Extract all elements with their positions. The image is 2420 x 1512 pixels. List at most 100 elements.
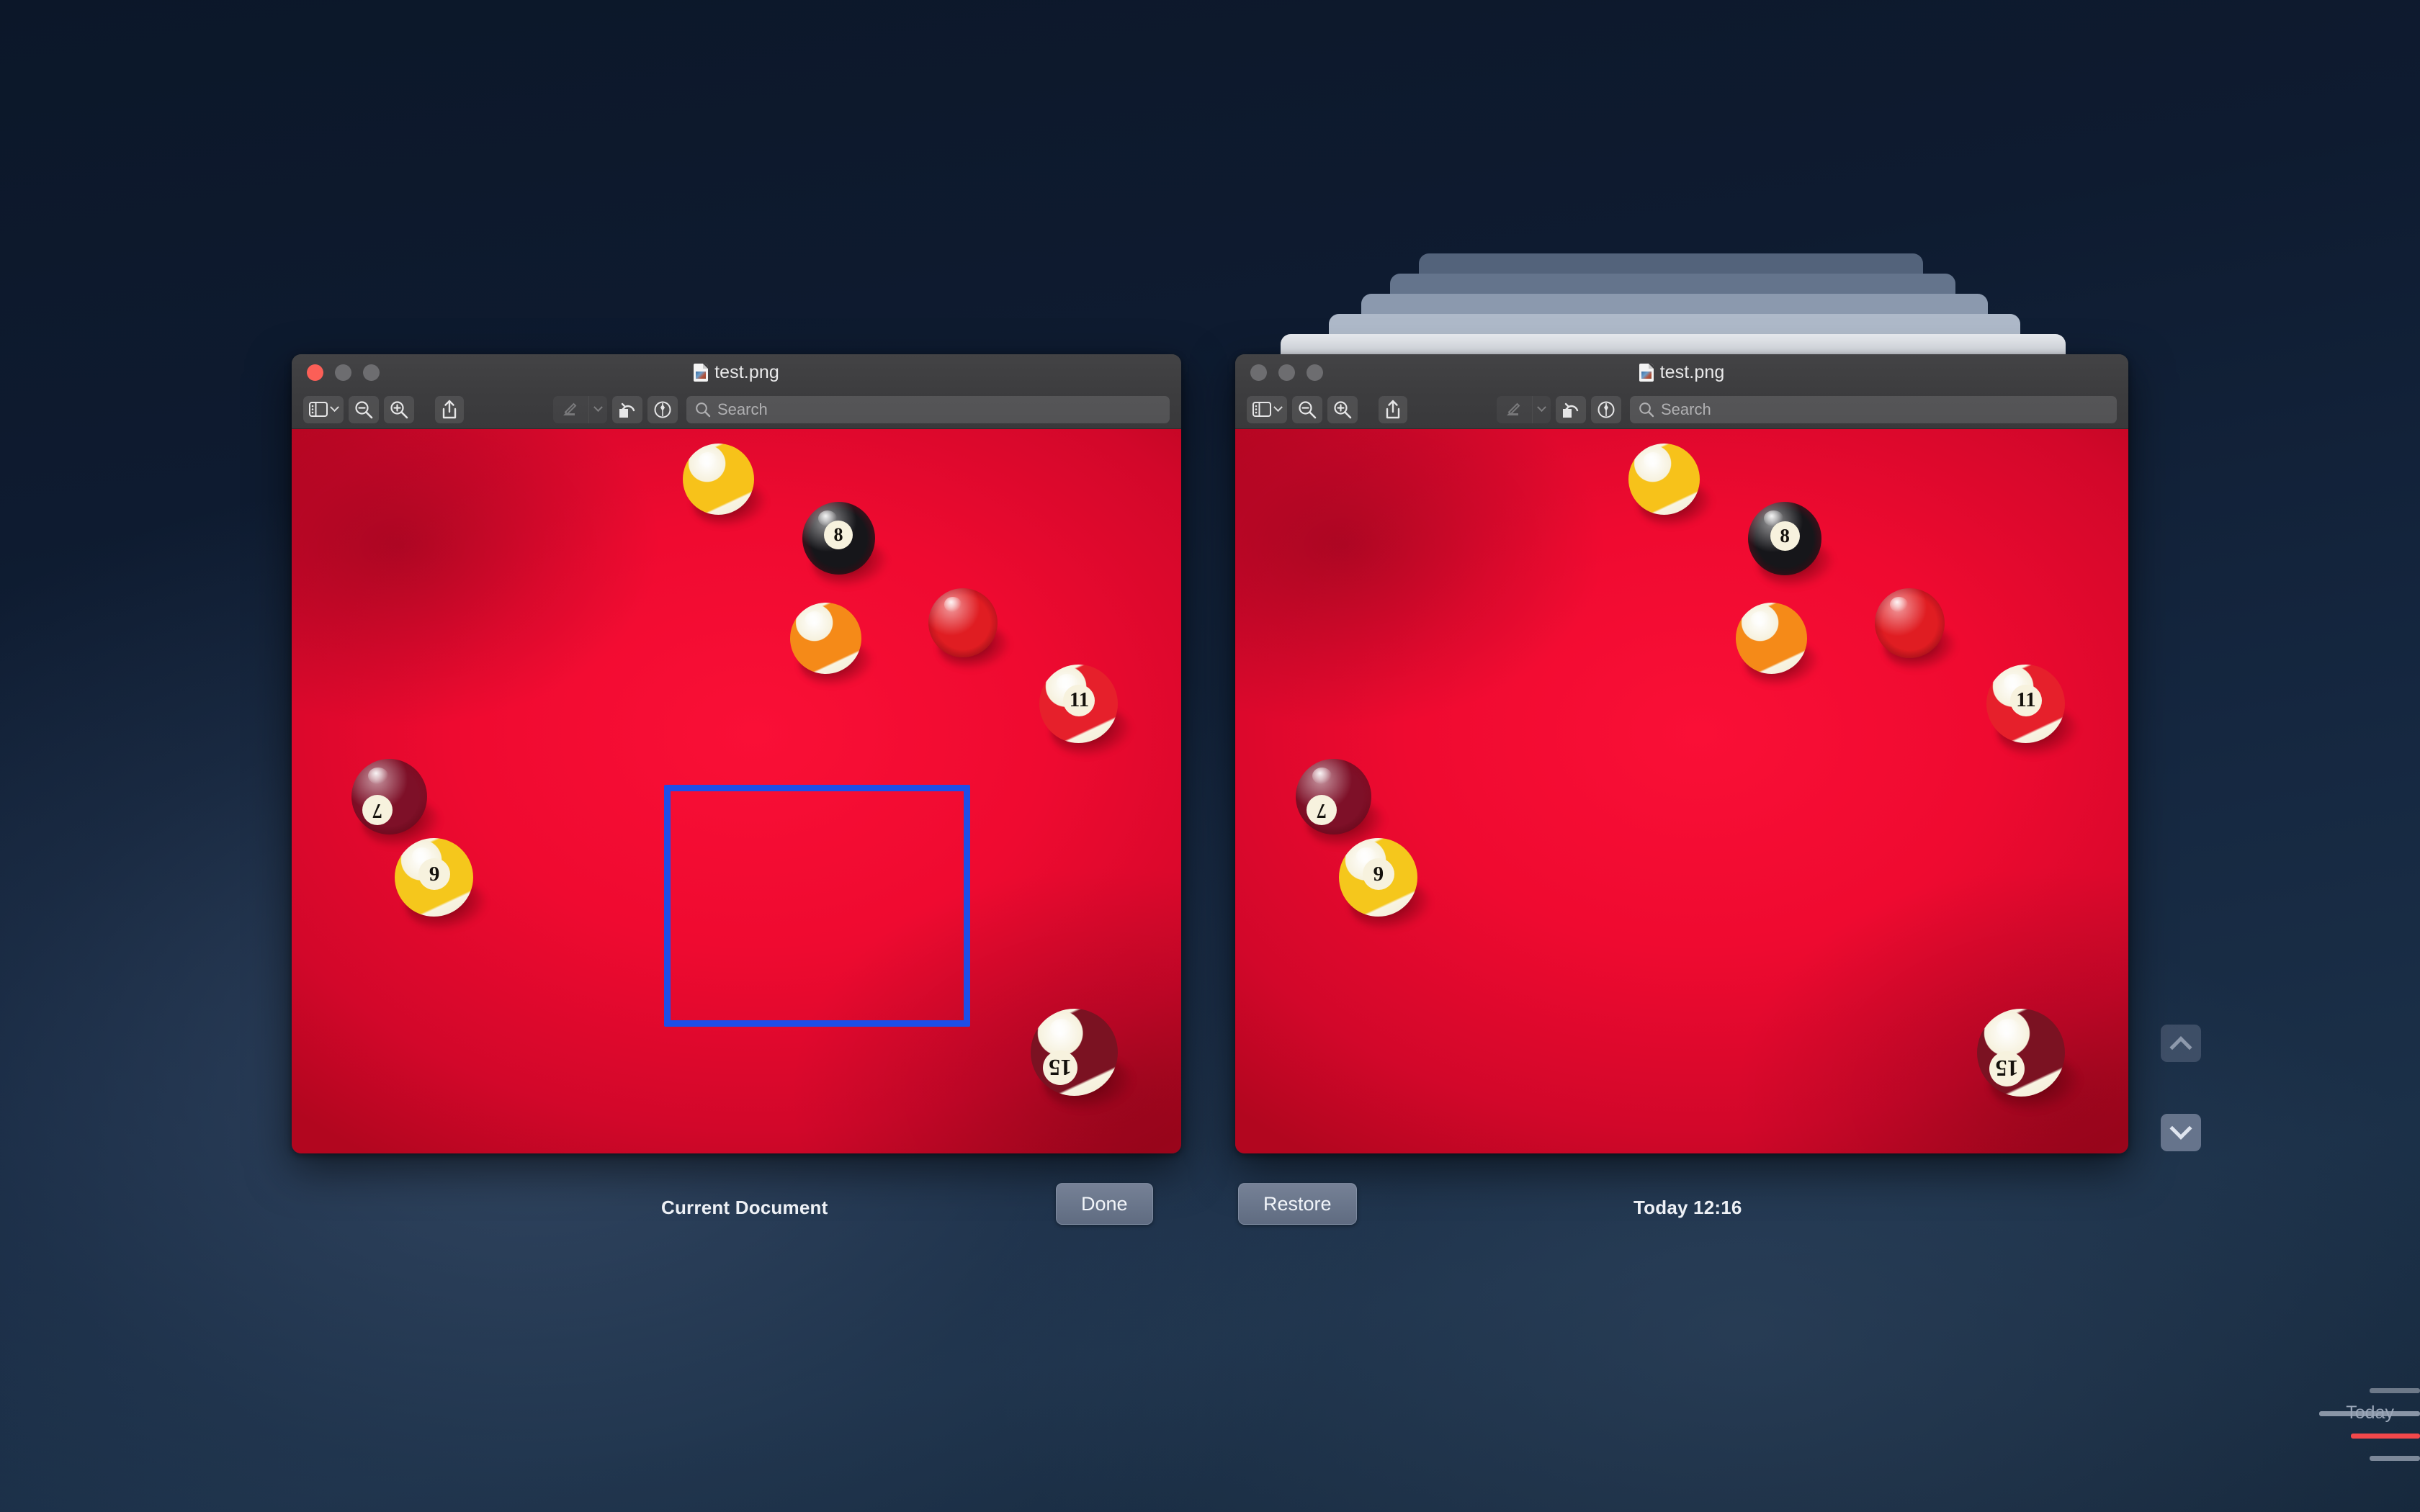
share-icon (442, 400, 457, 418)
share-button[interactable] (1379, 395, 1407, 423)
sidebar-icon (309, 402, 328, 417)
ball-body (1295, 758, 1371, 834)
ball-body (1735, 603, 1807, 675)
share-button[interactable] (435, 395, 464, 423)
ball-body (1977, 1008, 2066, 1097)
zoom-out-button[interactable] (349, 395, 379, 423)
chevron-down-icon (593, 402, 603, 413)
rotate-left-button[interactable] (1556, 395, 1586, 423)
rotate-left-button[interactable] (612, 395, 642, 423)
backup-toolbar-left-group (1247, 395, 1407, 423)
billiard-ball-9: 9 (395, 838, 488, 931)
current-toolbar-right-group (553, 395, 678, 423)
current-image-canvas[interactable]: 8 11 7 9 15 (292, 429, 1181, 1153)
zoom-in-button[interactable] (384, 395, 414, 423)
billiard-ball-11: 11 (1986, 664, 2079, 757)
restore-button[interactable]: Restore (1238, 1183, 1357, 1225)
annotate-icon (1597, 401, 1615, 418)
search-input[interactable]: Search (686, 395, 1170, 423)
backup-timeline[interactable]: Today (2254, 0, 2420, 1512)
timeline-tick-active[interactable] (2351, 1434, 2420, 1439)
backup-image-canvas[interactable]: 8 11 7 9 15 (1235, 429, 2128, 1153)
rotate-left-icon (619, 402, 635, 418)
billiard-ball-8: 8 (1747, 501, 1834, 588)
timeline-tick[interactable] (2370, 1456, 2420, 1461)
search-icon (1639, 402, 1654, 417)
search-placeholder: Search (717, 400, 768, 418)
zoom-out-icon (355, 400, 373, 418)
markup-options-button[interactable] (1532, 395, 1551, 423)
ball-number-7: 7 (1306, 794, 1337, 825)
current-toolbar-left-group (303, 395, 464, 423)
current-window-toolbar: Search (292, 390, 1181, 429)
time-machine-stage: test.png Search 8 11 7 9 15 test.png Sea… (0, 0, 2420, 1512)
backup-window-title-text: test.png (1659, 361, 1725, 382)
backup-window-title: test.png (1235, 362, 2128, 383)
ball-body (683, 444, 755, 516)
timeline-today-label: Today (2346, 1403, 2394, 1423)
search-icon (696, 402, 711, 417)
current-document-label: Current Document (661, 1197, 828, 1218)
ball-body (1628, 444, 1700, 516)
ball-number-11: 11 (2009, 684, 2042, 716)
ball-body (1031, 1008, 1119, 1096)
ball-number-15: 15 (1043, 1050, 1078, 1085)
annotation-rectangle[interactable] (664, 785, 970, 1027)
billiard-ball-13 (1735, 603, 1820, 688)
ball-number-8: 8 (1770, 521, 1800, 551)
zoom-in-icon (390, 400, 408, 418)
billiard-ball-3 (1874, 588, 1958, 671)
chevron-down-icon (330, 402, 339, 413)
zoom-in-button[interactable] (1327, 395, 1358, 423)
png-document-icon (694, 363, 709, 382)
zoom-out-icon (1299, 400, 1317, 418)
ball-body (351, 758, 428, 834)
backup-document-window[interactable]: test.png Search 8 11 7 9 15 (1235, 354, 2128, 1153)
previous-backup-button[interactable] (2161, 1025, 2201, 1062)
annotate-button[interactable] (1591, 395, 1621, 423)
ball-number-15: 15 (1989, 1050, 2025, 1086)
billiard-ball-15: 15 (1031, 1008, 1134, 1112)
billiard-ball-15: 15 (1977, 1008, 2081, 1112)
search-input[interactable]: Search (1630, 395, 2117, 423)
billiard-ball-13 (789, 603, 874, 688)
zoom-out-button[interactable] (1292, 395, 1322, 423)
annotate-button[interactable] (647, 395, 678, 423)
ball-body (1874, 588, 1945, 659)
sidebar-toggle-button[interactable] (1247, 395, 1287, 423)
markup-pen-icon (553, 396, 585, 423)
markup-button[interactable] (553, 395, 607, 423)
sidebar-toggle-button[interactable] (303, 395, 344, 423)
billiard-ball-7: 7 (351, 758, 442, 848)
markup-options-button[interactable] (588, 395, 607, 423)
ball-number-7: 7 (362, 794, 393, 825)
billiard-ball-9: 9 (1338, 838, 1432, 931)
backup-timestamp-label: Today 12:16 (1634, 1197, 1742, 1218)
current-window-title-text: test.png (714, 361, 779, 382)
billiard-ball-9 (683, 444, 768, 528)
current-window-titlebar: test.png (292, 354, 1181, 390)
billiard-ball-9 (1628, 444, 1713, 528)
ball-body (789, 603, 861, 675)
current-document-window[interactable]: test.png Search 8 11 7 9 15 (292, 354, 1181, 1153)
share-icon (1386, 400, 1400, 418)
png-document-icon (1639, 363, 1654, 382)
backup-toolbar-right-group (1497, 395, 1621, 423)
billiard-ball-8: 8 (802, 501, 889, 588)
ball-number-9: 9 (1362, 858, 1394, 891)
ball-number-8: 8 (824, 520, 853, 549)
rotate-left-icon (1563, 402, 1579, 418)
markup-button[interactable] (1497, 395, 1551, 423)
chevron-down-icon (1273, 402, 1283, 413)
sidebar-icon (1252, 402, 1271, 417)
billiard-ball-11: 11 (1039, 664, 1133, 757)
annotate-icon (654, 401, 671, 418)
zoom-in-icon (1334, 400, 1352, 418)
next-backup-button[interactable] (2161, 1114, 2201, 1151)
markup-pen-icon (1497, 396, 1528, 423)
chevron-up-icon (2169, 1036, 2192, 1059)
done-button[interactable]: Done (1056, 1183, 1153, 1225)
backup-window-toolbar: Search (1235, 390, 2128, 429)
backup-window-titlebar: test.png (1235, 354, 2128, 390)
timeline-tick[interactable] (2370, 1388, 2420, 1393)
